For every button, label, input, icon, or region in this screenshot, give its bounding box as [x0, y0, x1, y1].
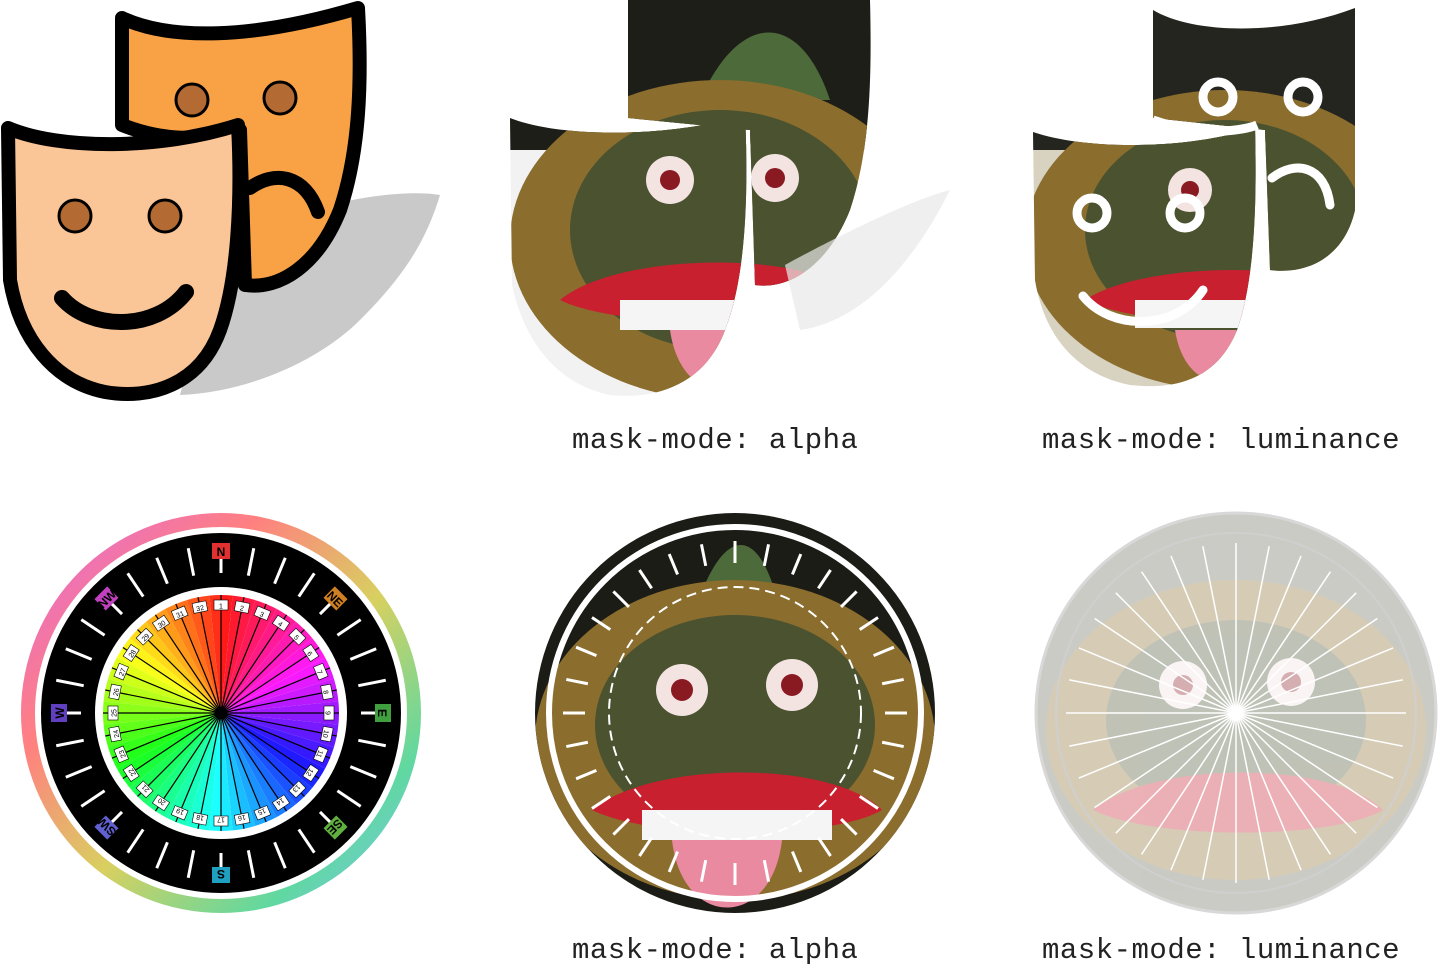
- compass-wheel-source: 1 2 3 4 5 6 7 8 9 10 11 12 13 14 15 16 17 18 19 20 21 22 23 24 2…: [18, 510, 424, 916]
- compass-number: 25: [107, 705, 119, 721]
- wheel-center: [215, 707, 227, 719]
- cardinal-label: S: [212, 867, 230, 883]
- compass-number: 17: [213, 816, 229, 827]
- cardinal-label: W: [51, 704, 67, 722]
- row2-caption-alpha: mask-mode: alpha: [572, 934, 859, 967]
- front-mask-left-eye: [57, 198, 93, 234]
- svg-text:9: 9: [324, 711, 331, 715]
- row1-caption-luminance: mask-mode: luminance: [1042, 424, 1401, 457]
- masked-image-alpha: [500, 0, 970, 410]
- compass-masked-alpha: [532, 510, 938, 916]
- front-mask-shape: [1, 118, 247, 401]
- row1-caption-alpha: mask-mode: alpha: [572, 424, 859, 457]
- compass-masked-luminance: [1033, 510, 1439, 916]
- svg-text:17: 17: [217, 816, 225, 823]
- svg-text:S: S: [217, 867, 225, 881]
- svg-text:W: W: [53, 707, 67, 719]
- svg-text:25: 25: [112, 709, 119, 717]
- compass-number: 1: [213, 599, 229, 611]
- svg-text:N: N: [217, 545, 226, 559]
- row2-caption-luminance: mask-mode: luminance: [1042, 934, 1401, 967]
- masked-image-luminance: [1025, 0, 1440, 400]
- back-mask-right-eye: [262, 80, 298, 116]
- compass-number: 9: [324, 705, 335, 721]
- back-mask-left-eye: [174, 82, 210, 118]
- cardinal-label: N: [212, 543, 230, 559]
- svg-text:E: E: [375, 709, 389, 717]
- svg-text:1: 1: [219, 604, 223, 611]
- cardinal-label: E: [375, 704, 391, 722]
- theatre-masks-source: [0, 0, 460, 410]
- front-mask-right-eye: [147, 198, 183, 234]
